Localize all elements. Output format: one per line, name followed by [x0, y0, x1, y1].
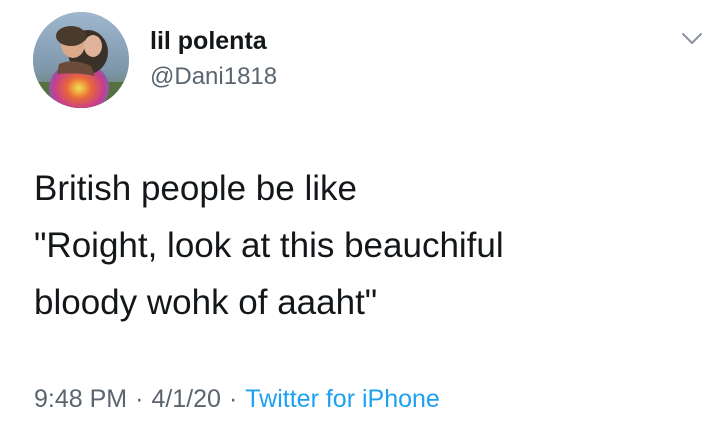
tweet-text-line: "Roight, look at this beauchiful: [34, 226, 504, 265]
tweet-date[interactable]: 4/1/20: [151, 385, 221, 413]
user-handle[interactable]: @Dani1818: [150, 62, 277, 92]
tweet-text-line: bloody wohk of aaaht": [34, 283, 378, 322]
tweet-text: British people be like "Roight, look at …: [34, 160, 694, 331]
tweet-text-line: British people be like: [34, 169, 357, 208]
chevron-down-icon[interactable]: [680, 30, 704, 48]
tweet-time[interactable]: 9:48 PM: [34, 385, 127, 413]
tweet-meta: 9:48 PM · 4/1/20 · Twitter for iPhone: [34, 384, 440, 414]
meta-separator: ·: [135, 385, 144, 413]
tweet-card: lil polenta @Dani1818 British people be …: [0, 0, 715, 429]
display-name[interactable]: lil polenta: [150, 26, 277, 56]
user-info: lil polenta @Dani1818: [150, 26, 277, 92]
avatar[interactable]: [33, 12, 129, 108]
avatar-photo: [33, 12, 129, 108]
meta-separator: ·: [228, 385, 238, 413]
tweet-source-link[interactable]: Twitter for iPhone: [245, 385, 440, 413]
